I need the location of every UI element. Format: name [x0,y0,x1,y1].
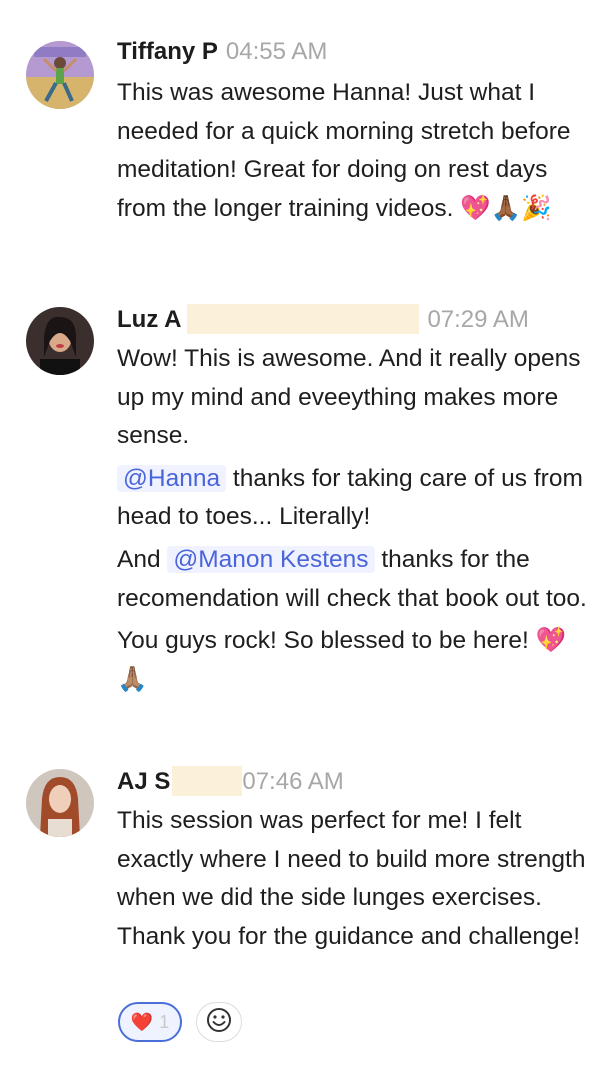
heart-reaction[interactable]: ❤️ 1 [118,1002,182,1042]
message-line: @Hanna thanks for taking care of us from… [117,460,587,537]
mention-manon[interactable]: @Manon Kestens [167,545,375,573]
timestamp: 07:46 AM [242,768,344,795]
message-header: Luz A 07:29 AM [117,304,529,334]
mention-hanna[interactable]: @Hanna [117,464,227,492]
avatar[interactable] [26,307,94,375]
message-text: This session was perfect for me! I felt … [117,807,586,950]
message-line: And @Manon Kestens thanks for the recome… [117,541,587,618]
message-line: Wow! This is awesome. And it really open… [117,345,581,450]
author-name[interactable]: Tiffany P [117,38,218,65]
add-reaction-button[interactable] [196,1002,242,1042]
timestamp: 04:55 AM [225,38,328,65]
message-text-part: And [117,545,168,573]
message-line: You guys rock! So blessed to be here! 💖🙏… [117,627,567,693]
heart-icon: ❤️ [130,1011,154,1032]
smiley-icon [206,1007,232,1038]
message-header: Tiffany P 04:55 AM [117,38,327,68]
author-name[interactable]: AJ S [117,768,170,795]
author-name[interactable]: Luz A [117,306,181,333]
message-text: This was awesome Hanna! Just what I need… [117,79,571,222]
timestamp: 07:29 AM [427,306,529,333]
message-header: AJ S 07:46 AM [117,766,344,796]
redacted-surname [172,766,243,796]
redacted-surname [187,304,420,334]
avatar[interactable] [26,769,94,837]
message-text: Wow! This is awesome. And it really open… [117,340,587,699]
avatar[interactable] [26,41,94,109]
reaction-count: 1 [159,1011,170,1032]
